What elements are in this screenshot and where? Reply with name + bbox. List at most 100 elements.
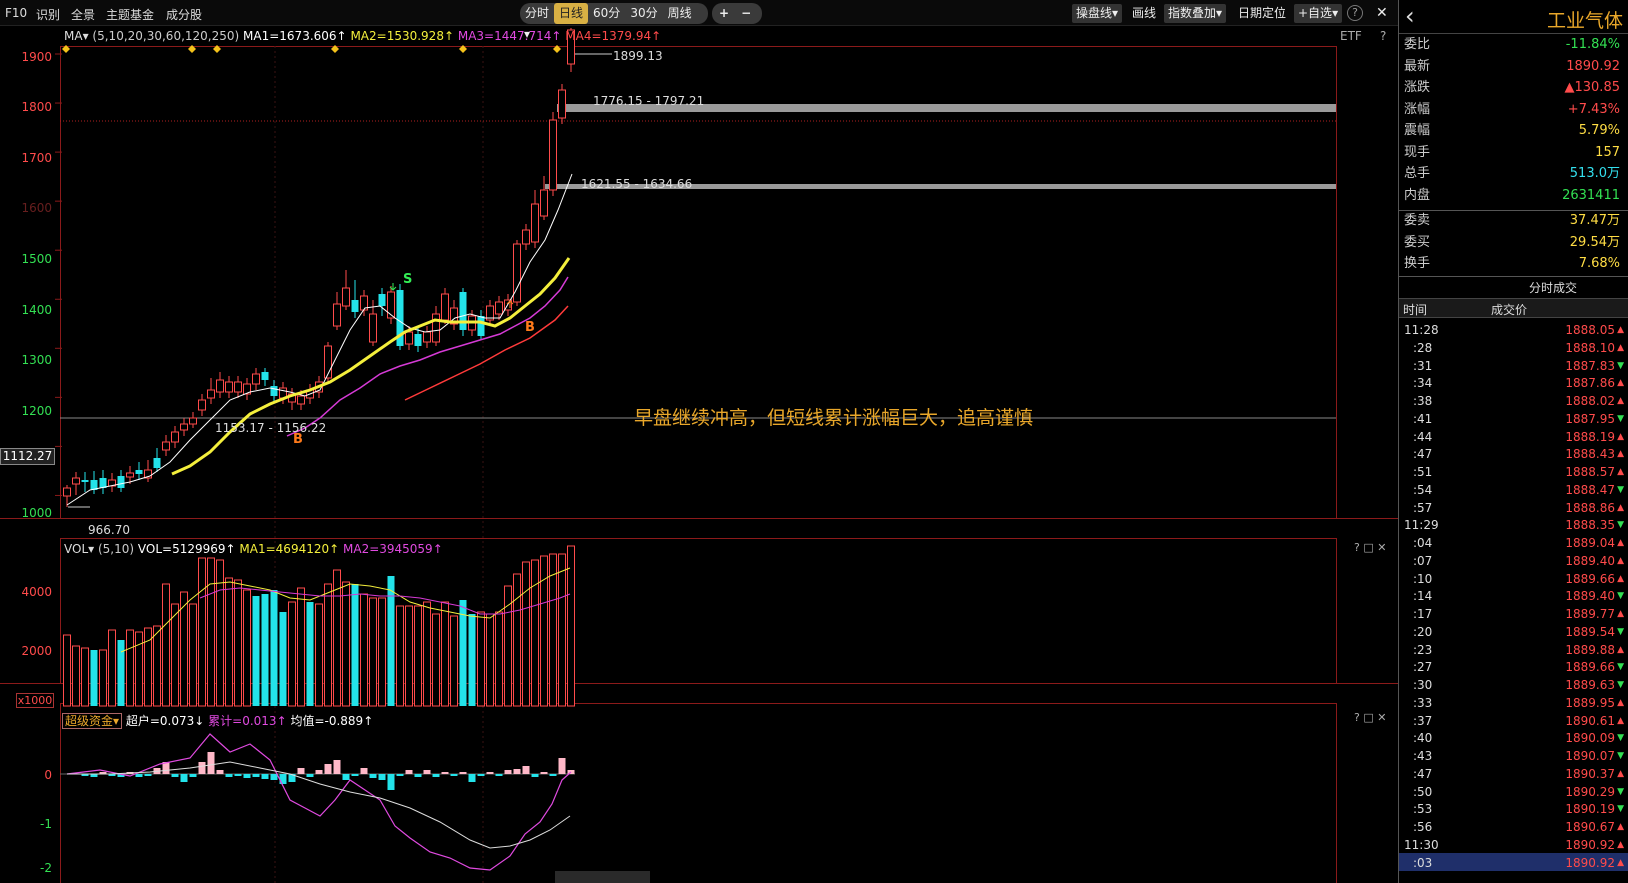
candle-up bbox=[495, 301, 503, 315]
volume-bar-up bbox=[198, 557, 206, 707]
candle-up bbox=[252, 373, 260, 385]
fund-bar-negative bbox=[279, 774, 287, 784]
candle-up bbox=[387, 291, 395, 319]
components-button[interactable]: 成分股 bbox=[166, 6, 202, 23]
divider bbox=[1399, 210, 1628, 211]
candle-down bbox=[459, 292, 467, 330]
trade-row: :57 1888.86 ▲ bbox=[1399, 499, 1628, 517]
volume-bar-up bbox=[423, 601, 431, 707]
help-icon[interactable]: ? bbox=[1380, 29, 1386, 43]
quote-key: 现手 bbox=[1404, 144, 1431, 160]
vol-panel-frame bbox=[60, 538, 1337, 684]
fund-mean-value: 均值=-0.889↑ bbox=[290, 714, 374, 728]
tab-30min[interactable]: 30分 bbox=[625, 3, 662, 24]
fund-panel-frame bbox=[60, 703, 1337, 883]
identify-button[interactable]: 识别 bbox=[36, 6, 60, 23]
arrow-down-icon: ▼ bbox=[1617, 751, 1624, 761]
trade-price: 1890.61 bbox=[1565, 713, 1615, 728]
ma10-line bbox=[171, 257, 571, 476]
date-locate-button[interactable]: 日期定位 bbox=[1234, 4, 1290, 23]
fund-bar-negative bbox=[351, 774, 359, 776]
volume-bar-up bbox=[441, 601, 449, 707]
fund-bar-positive bbox=[324, 764, 332, 774]
fund-bar-negative bbox=[531, 774, 539, 777]
trading-line-button[interactable]: 操盘线▾ bbox=[1072, 4, 1123, 23]
fund-bar-positive bbox=[486, 772, 494, 774]
quote-row: 现手 157 bbox=[1399, 142, 1628, 164]
zoom-in-button[interactable]: + bbox=[712, 3, 736, 24]
sell-signal: S bbox=[403, 272, 413, 287]
trade-price: 1888.43 bbox=[1565, 447, 1615, 462]
volume-bar-down bbox=[252, 596, 260, 706]
tab-daily[interactable]: 日线 bbox=[554, 3, 589, 24]
trade-price: 1890.09 bbox=[1565, 731, 1615, 746]
add-watchlist-button[interactable]: +自选▾ bbox=[1294, 4, 1343, 23]
fund-selector[interactable]: 超级资金▾ bbox=[62, 713, 123, 729]
ma2-value: MA2=1530.928↑ bbox=[350, 29, 455, 43]
tab-weekly[interactable]: 周线 bbox=[663, 3, 697, 24]
f10-button[interactable]: F10 bbox=[5, 6, 27, 20]
trade-price: 1889.54 bbox=[1565, 624, 1615, 639]
arrow-down-icon: ▼ bbox=[1617, 520, 1624, 531]
candle-down bbox=[153, 458, 161, 468]
trade-row: :37 1890.61 ▲ bbox=[1399, 712, 1628, 730]
vol-selector[interactable]: VOL▾ bbox=[64, 542, 94, 556]
trade-price: 1890.37 bbox=[1565, 766, 1615, 781]
chevron-down-icon: ▾ bbox=[1112, 6, 1119, 20]
chart-area[interactable] bbox=[0, 26, 1398, 883]
candle-down bbox=[81, 480, 89, 482]
candle-up bbox=[225, 381, 233, 393]
overview-button[interactable]: 全景 bbox=[71, 6, 95, 23]
trade-row: :40 1890.09 ▼ bbox=[1399, 729, 1628, 747]
fund-bar-positive bbox=[423, 770, 431, 774]
trade-price: 1887.95 bbox=[1565, 411, 1615, 426]
quote-row: 委买 29.54万 bbox=[1399, 232, 1628, 254]
index-overlay-button[interactable]: 指数叠加▾ bbox=[1164, 4, 1227, 23]
etf-label: ETF bbox=[1340, 29, 1362, 43]
volume-bar-up bbox=[324, 583, 332, 707]
theme-fund-button[interactable]: 主题基金 bbox=[106, 6, 154, 23]
fund-bar-negative bbox=[270, 774, 278, 780]
quote-value: 157 bbox=[1595, 144, 1620, 160]
trade-row: :03 1890.92 ▲ bbox=[1399, 854, 1628, 872]
ma-selector[interactable]: MA▾ bbox=[64, 29, 89, 43]
help-icon[interactable]: ? bbox=[1354, 541, 1360, 554]
y-tick: 1800 bbox=[21, 100, 52, 114]
quote-header: ‹ 工业气体 bbox=[1399, 0, 1628, 34]
arrow-up-icon: ▲ bbox=[1617, 715, 1624, 726]
arrow-up-icon: ▲ bbox=[1617, 396, 1624, 406]
close-icon[interactable]: ✕ bbox=[1377, 711, 1386, 724]
arrow-down-icon: ▼ bbox=[1617, 626, 1624, 637]
maximize-icon[interactable]: □ bbox=[1363, 711, 1373, 724]
volume-bar-up bbox=[360, 593, 368, 707]
fund-bar-negative bbox=[378, 774, 386, 780]
volume-bar-up bbox=[522, 561, 530, 707]
close-icon[interactable]: ✕ bbox=[1377, 541, 1386, 554]
zoom-out-button[interactable]: − bbox=[736, 3, 756, 24]
y-tick: 1000 bbox=[21, 506, 52, 520]
trade-time: :38 bbox=[1413, 394, 1433, 408]
fund-bar-negative bbox=[387, 774, 395, 790]
help-icon[interactable]: ? bbox=[1347, 5, 1363, 21]
tab-intraday[interactable]: 分时 bbox=[520, 3, 554, 24]
candle-up bbox=[297, 395, 305, 405]
fund-cumulative-value: 累计=0.013↑ bbox=[208, 714, 287, 728]
ma-params: (5,10,20,30,60,120,250) bbox=[92, 29, 240, 43]
help-icon[interactable]: ? bbox=[1354, 711, 1360, 724]
tab-60min[interactable]: 60分 bbox=[588, 3, 625, 24]
trade-time: :27 bbox=[1413, 660, 1433, 675]
fund-bar-positive bbox=[540, 772, 548, 774]
close-icon[interactable]: ✕ bbox=[1372, 4, 1392, 23]
fund-bar-positive bbox=[315, 770, 323, 774]
draw-line-button[interactable]: 画线 bbox=[1128, 4, 1160, 23]
current-price-box: 1112.27 bbox=[0, 448, 55, 465]
maximize-icon[interactable]: □ bbox=[1363, 541, 1373, 554]
y-tick: 1300 bbox=[21, 353, 52, 367]
fund-bar-negative bbox=[144, 774, 152, 776]
volume-bar-up bbox=[153, 625, 161, 707]
vol-value: VOL=5129969↑ bbox=[137, 542, 236, 556]
fund-bar-positive bbox=[297, 768, 305, 774]
back-icon[interactable]: ‹ bbox=[1405, 2, 1415, 30]
volume-bar-up bbox=[297, 587, 305, 707]
trade-row: :23 1889.88 ▲ bbox=[1399, 641, 1628, 659]
